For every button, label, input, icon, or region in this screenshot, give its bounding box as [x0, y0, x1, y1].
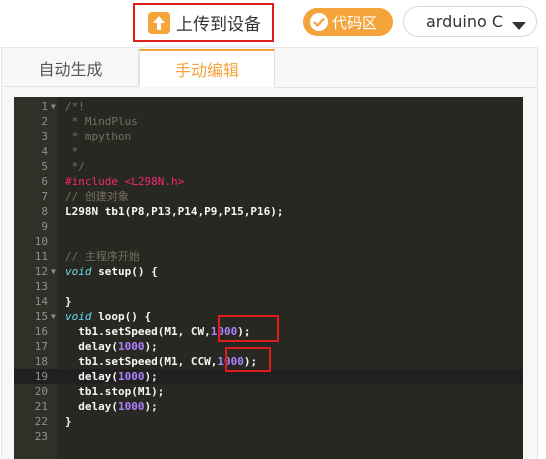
line-number: 11	[34, 250, 48, 263]
code-line: 21 delay(1000);	[14, 399, 523, 414]
code-line: 10	[14, 234, 523, 249]
code-line: 14 }	[14, 294, 523, 309]
fold-arrow-icon[interactable]: ▼	[51, 264, 56, 279]
fold-arrow-icon[interactable]: ▼	[51, 99, 56, 114]
line-number: 15	[34, 310, 48, 323]
code-area-toggle[interactable]: 代码区	[303, 8, 393, 36]
code-line: 2 * MindPlus	[14, 114, 523, 129]
code-line: 8 L298N tb1(P8,P13,P14,P9,P15,P16);	[14, 204, 523, 219]
line-number: 22	[34, 415, 48, 428]
line-number: 14	[34, 295, 48, 308]
line-number: 23	[34, 430, 48, 443]
code-text: // 创建对象	[65, 190, 129, 203]
line-number: 2	[41, 115, 48, 128]
line-number: 7	[41, 190, 48, 203]
chevron-down-icon	[512, 16, 526, 35]
upload-arrow-icon	[148, 11, 170, 34]
highlight-box	[225, 347, 271, 372]
code-line: 9	[14, 219, 523, 234]
code-text: * MindPlus	[65, 115, 138, 128]
code-text: /*!	[65, 100, 85, 113]
code-text: * mpython	[65, 130, 132, 143]
upload-to-device-button[interactable]: 上传到设备	[133, 3, 274, 42]
code-text: }	[65, 415, 72, 428]
line-number: 5	[41, 160, 48, 173]
code-text: void loop() {	[65, 310, 152, 323]
check-icon	[310, 13, 328, 31]
highlight-box	[218, 315, 279, 342]
line-number: 3	[41, 130, 48, 143]
line-number: 17	[34, 340, 48, 353]
line-number: 20	[34, 385, 48, 398]
code-area-label: 代码区	[332, 13, 378, 32]
tab-auto-generate[interactable]: 自动生成	[3, 49, 139, 87]
code-line: 22 }	[14, 414, 523, 429]
code-text: tb1.stop(M1);	[65, 385, 165, 398]
code-line: 13	[14, 279, 523, 294]
code-text: #include <L298N.h>	[65, 175, 185, 188]
toolbar: 上传到设备 代码区 arduino C	[0, 0, 546, 46]
code-line: 20 tb1.stop(M1);	[14, 384, 523, 399]
code-editor[interactable]: 1 ▼ /*! 2 * MindPlus 3 * mpython 4 * 5 *…	[14, 97, 523, 459]
line-number: 9	[41, 220, 48, 233]
line-number: 1	[41, 100, 48, 113]
upload-label: 上传到设备	[176, 15, 261, 35]
tab-divider	[275, 87, 537, 88]
line-number: 19	[34, 370, 48, 383]
code-text: delay(1000);	[65, 400, 158, 413]
code-line: 6 #include <L298N.h>	[14, 174, 523, 189]
code-text: }	[65, 295, 72, 308]
line-number: 13	[34, 280, 48, 293]
code-line: 23	[14, 429, 523, 444]
line-number: 8	[41, 205, 48, 218]
code-line: 11 // 主程序开始	[14, 249, 523, 264]
code-text: delay(1000);	[65, 340, 158, 353]
line-number: 12	[34, 265, 48, 278]
code-line: 3 * mpython	[14, 129, 523, 144]
line-number: 6	[41, 175, 48, 188]
language-select-value: arduino C	[426, 12, 504, 31]
code-line: 4 *	[14, 144, 523, 159]
language-select[interactable]: arduino C	[403, 6, 537, 37]
line-number: 18	[34, 355, 48, 368]
code-line: 1 ▼ /*!	[14, 99, 523, 114]
code-text: */	[65, 160, 85, 173]
code-line: 7 // 创建对象	[14, 189, 523, 204]
code-text: *	[65, 145, 79, 158]
fold-arrow-icon[interactable]: ▼	[51, 309, 56, 324]
line-number: 16	[34, 325, 48, 338]
code-line: 12 ▼ void setup() {	[14, 264, 523, 279]
line-number: 10	[34, 235, 48, 248]
code-text: delay(1000);	[65, 370, 158, 383]
line-number: 4	[41, 145, 48, 158]
tab-manual-edit[interactable]: 手动编辑	[139, 49, 275, 87]
code-text: L298N tb1(P8,P13,P14,P9,P15,P16);	[65, 205, 284, 218]
code-text: void setup() {	[65, 265, 158, 278]
code-line: 5 */	[14, 159, 523, 174]
line-number: 21	[34, 400, 48, 413]
code-text: // 主程序开始	[65, 250, 140, 263]
